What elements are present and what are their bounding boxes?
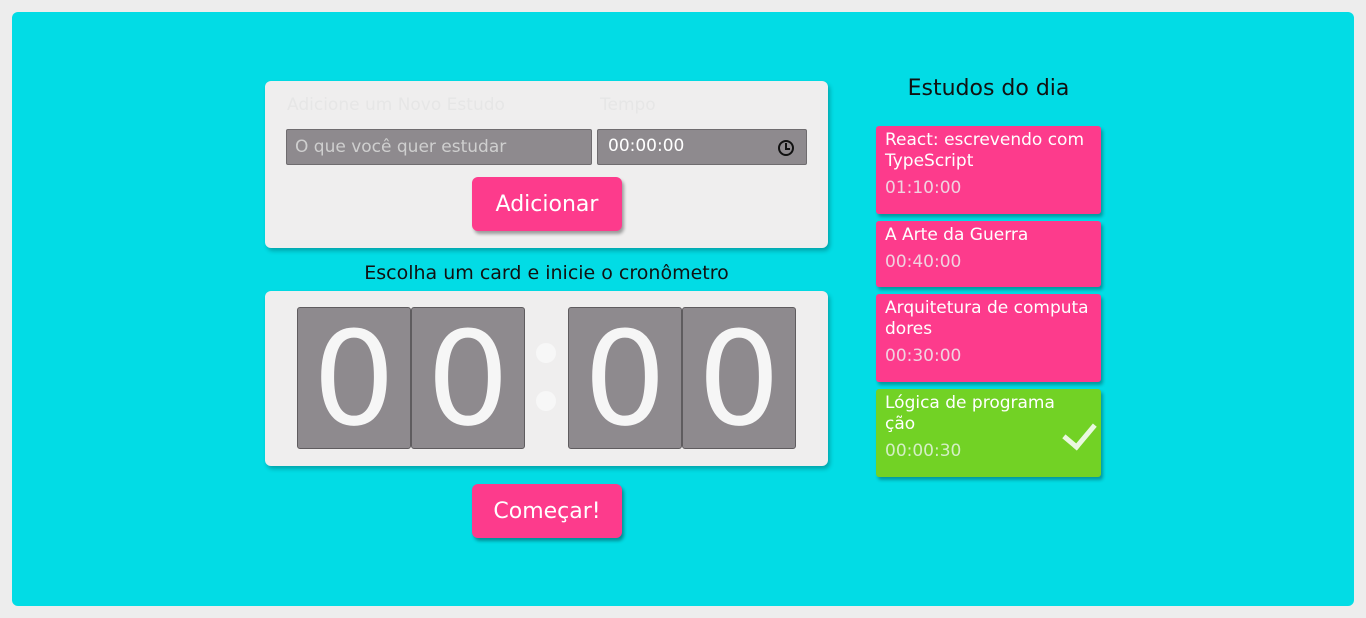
time-label: Tempo bbox=[600, 95, 656, 115]
list-title: Estudos do dia bbox=[907, 76, 1070, 101]
study-item-name: A Arte da Guerra bbox=[885, 225, 1029, 245]
colon-dot bbox=[536, 391, 556, 411]
colon-separator bbox=[532, 331, 562, 431]
study-item-time: 00:40:00 bbox=[885, 252, 962, 272]
study-item[interactable]: React: escrevendo com TypeScript 01:10:0… bbox=[876, 126, 1101, 214]
study-item-time: 00:30:00 bbox=[885, 346, 962, 366]
timer-heading: Escolha um card e inicie o cronômetro bbox=[364, 262, 729, 284]
second-tens-digit: 0 bbox=[568, 307, 682, 449]
study-item-time: 01:10:00 bbox=[885, 178, 962, 198]
study-item[interactable]: Arquitetura de computadores 00:30:00 bbox=[876, 294, 1101, 382]
add-button[interactable]: Adicionar bbox=[472, 177, 622, 231]
clock-icon[interactable] bbox=[778, 140, 794, 156]
study-item[interactable]: A Arte da Guerra 00:40:00 bbox=[876, 221, 1101, 287]
subject-label: Adicione um Novo Estudo bbox=[287, 95, 505, 115]
subject-input[interactable] bbox=[286, 129, 592, 165]
minute-units-digit: 0 bbox=[411, 307, 525, 449]
minute-tens-digit: 0 bbox=[297, 307, 411, 449]
time-input[interactable]: 00:00:00 bbox=[597, 129, 807, 165]
study-item-name: Lógica de programação bbox=[885, 393, 1055, 434]
start-button[interactable]: Começar! bbox=[472, 484, 622, 538]
study-item-name: React: escrevendo com TypeScript bbox=[885, 130, 1085, 171]
colon-dot bbox=[536, 343, 556, 363]
form-labels: Adicione um Novo Estudo Tempo bbox=[287, 95, 656, 115]
stopwatch: 0 0 0 0 bbox=[265, 291, 828, 466]
study-item-time: 00:00:30 bbox=[885, 441, 962, 461]
study-item-name: Arquitetura de computadores bbox=[885, 298, 1089, 339]
study-item-completed[interactable]: Lógica de programação 00:00:30 bbox=[876, 389, 1101, 477]
app-background: Adicione um Novo Estudo Tempo 00:00:00 A… bbox=[12, 12, 1354, 606]
time-input-value: 00:00:00 bbox=[608, 136, 685, 156]
new-study-form: Adicione um Novo Estudo Tempo 00:00:00 A… bbox=[265, 81, 828, 248]
second-units-digit: 0 bbox=[682, 307, 796, 449]
